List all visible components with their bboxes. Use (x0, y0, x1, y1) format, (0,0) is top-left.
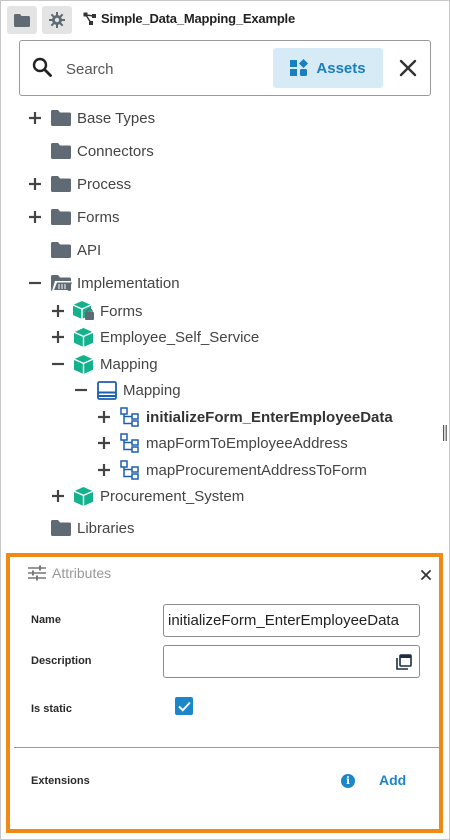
expand-icon[interactable] (51, 330, 65, 344)
module-icon (74, 354, 93, 374)
name-label: Name (31, 614, 61, 626)
tree-item-label: initializeForm_EnterEmployeeData (146, 408, 393, 426)
assets-label: Assets (316, 59, 366, 77)
settings-tab-button[interactable] (42, 6, 72, 34)
tree-item-label: API (77, 241, 102, 259)
extensions-label: Extensions (31, 775, 90, 787)
folder-tab-button[interactable] (7, 6, 37, 34)
operation-icon (120, 407, 139, 427)
name-field[interactable] (163, 604, 420, 637)
description-field[interactable] (163, 645, 420, 678)
collapse-icon[interactable] (28, 276, 42, 290)
is-static-label: Is static (31, 703, 72, 715)
collapse-icon[interactable] (74, 383, 88, 397)
tree-item-label: Implementation (77, 274, 180, 292)
gear-icon (49, 12, 65, 28)
window: Simple_Data_Mapping_Example Assets (0, 0, 450, 840)
is-static-checkbox[interactable] (175, 697, 193, 715)
tree-item-label: Procurement_System (100, 487, 245, 505)
divider (14, 747, 439, 748)
module-icon (74, 486, 93, 506)
folder-icon (51, 176, 71, 192)
folder-icon (51, 520, 71, 536)
tree-item-label: Process (77, 175, 132, 193)
class-icon (97, 380, 117, 400)
tree-item-label: Mapping (100, 355, 158, 373)
tree-item-label: mapProcurementAddressToForm (146, 461, 367, 479)
folder-icon (51, 209, 71, 225)
tree-item-label: Mapping (123, 381, 181, 399)
sliders-icon (28, 565, 46, 581)
tab-bar: Simple_Data_Mapping_Example (1, 1, 449, 39)
folder-icon (14, 13, 30, 27)
tree-item-label: Connectors (77, 142, 154, 160)
expand-icon[interactable] (97, 410, 111, 424)
collapse-icon[interactable] (51, 357, 65, 371)
expand-icon[interactable] (97, 463, 111, 477)
search-icon (32, 57, 52, 77)
expand-icon[interactable] (97, 436, 111, 450)
expand-icon[interactable] (51, 304, 65, 318)
attributes-header: Attributes (28, 565, 111, 581)
checkmark-icon (177, 701, 191, 712)
open-folder-icon (51, 275, 72, 291)
close-icon[interactable] (397, 57, 419, 79)
close-icon[interactable] (420, 569, 432, 581)
description-label: Description (31, 655, 92, 667)
module-icon (74, 327, 93, 347)
assets-icon (290, 59, 309, 76)
expand-icon[interactable] (51, 489, 65, 503)
tree-item-label: Base Types (77, 109, 156, 127)
expand-icon[interactable] (28, 177, 42, 191)
project-tab[interactable]: Simple_Data_Mapping_Example (83, 11, 295, 26)
search-input[interactable] (66, 57, 266, 81)
operation-icon (120, 460, 139, 480)
tree-item-label: mapFormToEmployeeAddress (146, 434, 348, 452)
search-bar: Assets (19, 40, 431, 96)
folder-icon (51, 242, 71, 258)
tree-item-label: Libraries (77, 519, 135, 537)
project-title: Simple_Data_Mapping_Example (101, 11, 295, 26)
add-extension-button[interactable]: Add (379, 772, 406, 788)
splitter-handle[interactable] (443, 425, 447, 441)
tree-item-label: Employee_Self_Service (100, 328, 260, 346)
attributes-title: Attributes (52, 565, 112, 581)
expand-editor-icon[interactable] (396, 654, 412, 670)
expand-icon[interactable] (28, 111, 42, 125)
tree-item-label: Forms (77, 208, 120, 226)
tree-item-label: Forms (100, 302, 143, 320)
operation-icon (120, 433, 139, 453)
attributes-panel: Attributes Name Description Is static Ex… (6, 553, 443, 833)
assets-button[interactable]: Assets (273, 48, 383, 88)
expand-icon[interactable] (28, 210, 42, 224)
folder-icon (51, 143, 71, 159)
info-icon[interactable]: i (341, 774, 355, 788)
project-icon (83, 12, 96, 25)
folder-icon (51, 110, 71, 126)
locked-module-icon (73, 301, 94, 320)
